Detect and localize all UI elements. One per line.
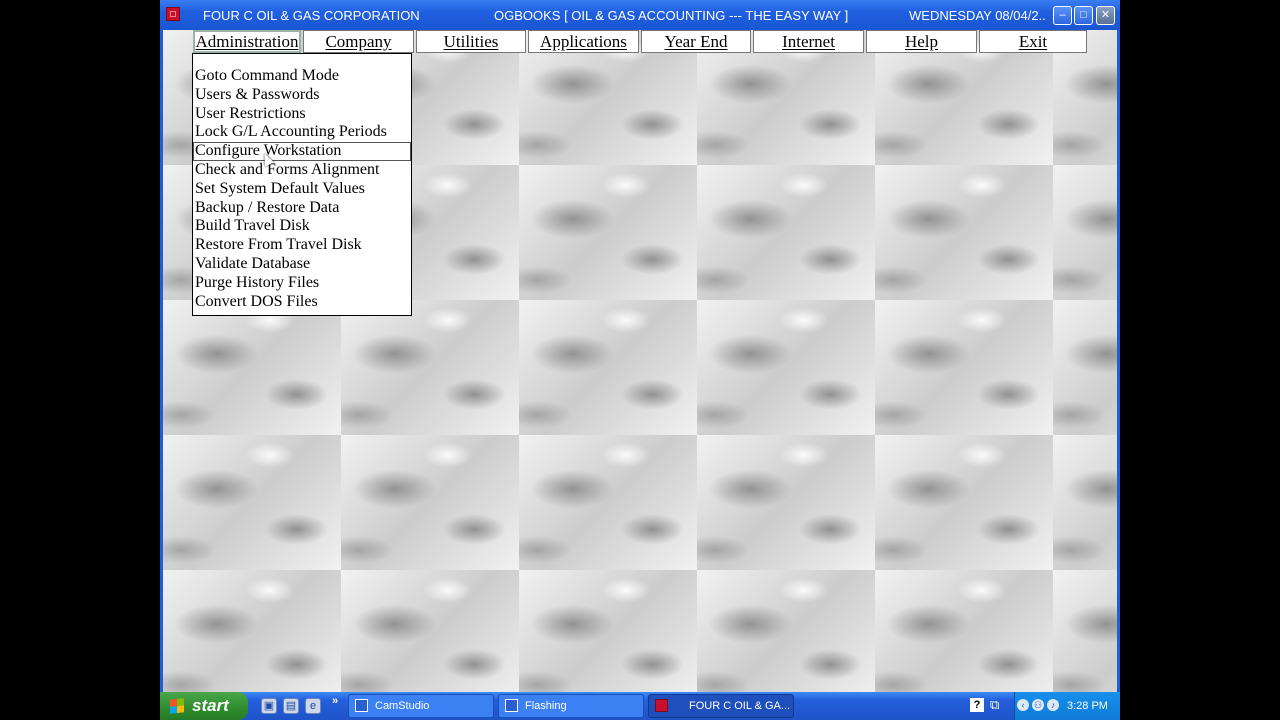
maximize-button[interactable]: □	[1074, 6, 1093, 25]
windows-logo-icon	[170, 698, 184, 714]
menu-year-end[interactable]: Year End	[641, 30, 751, 53]
app-title: OGBOOKS [ OIL & GAS ACCOUNTING --- THE E…	[494, 8, 849, 23]
start-button[interactable]: start	[160, 692, 248, 720]
app-window: FOUR C OIL & GAS CORPORATION OGBOOKS [ O…	[160, 0, 1120, 692]
menu-item-restore-travel-disk[interactable]: Restore From Travel Disk	[193, 236, 411, 255]
date-title: WEDNESDAY 08/04/2...	[909, 8, 1045, 23]
menu-internet[interactable]: Internet	[753, 30, 864, 53]
ogbooks-icon	[655, 699, 668, 712]
menu-item-lock-gl-periods[interactable]: Lock G/L Accounting Periods	[193, 123, 411, 142]
task-flashing[interactable]: Flashing	[498, 694, 644, 718]
taskbar: start ▣ ▤ e » CamStudio Flashing FOUR C …	[160, 692, 1120, 720]
menu-item-system-defaults[interactable]: Set System Default Values	[193, 180, 411, 199]
system-tray: ‹ ⚇ ♪ 3:28 PM	[1014, 692, 1120, 720]
company-title: FOUR C OIL & GAS CORPORATION	[203, 8, 420, 23]
minimize-button[interactable]: –	[1053, 6, 1072, 25]
menu-item-configure-workstation[interactable]: Configure Workstation	[193, 142, 411, 161]
menu-bar: Administration Company Utilities Applica…	[163, 30, 1117, 54]
quicklaunch-more-icon[interactable]: »	[332, 695, 338, 707]
app-icon[interactable]	[166, 7, 180, 21]
close-button[interactable]: ✕	[1096, 6, 1115, 25]
network-icon[interactable]: ⚇	[1032, 699, 1044, 711]
menu-item-backup-restore[interactable]: Backup / Restore Data	[193, 199, 411, 218]
menu-administration[interactable]: Administration	[193, 30, 301, 53]
menu-item-user-restrictions[interactable]: User Restrictions	[193, 105, 411, 124]
back-arrow-icon[interactable]: ‹	[1017, 699, 1029, 711]
clock: 3:28 PM	[1067, 700, 1108, 712]
administration-dropdown: Goto Command Mode Users & Passwords User…	[192, 53, 412, 316]
task-label: Flashing	[525, 700, 567, 712]
flashing-icon	[505, 699, 518, 712]
desktop-icon[interactable]: ▣	[261, 698, 277, 714]
internet-explorer-icon[interactable]: e	[305, 698, 321, 714]
camstudio-icon	[355, 699, 368, 712]
main-area: Administration Company Utilities Applica…	[163, 30, 1117, 692]
task-ogbooks[interactable]: FOUR C OIL & GA...	[648, 694, 794, 718]
start-label: start	[192, 696, 229, 715]
menu-company[interactable]: Company	[303, 30, 414, 53]
title-bar[interactable]: FOUR C OIL & GAS CORPORATION OGBOOKS [ O…	[160, 0, 1120, 30]
menu-item-users-passwords[interactable]: Users & Passwords	[193, 86, 411, 105]
menu-item-check-forms-alignment[interactable]: Check and Forms Alignment	[193, 161, 411, 180]
menu-applications[interactable]: Applications	[528, 30, 639, 53]
show-desktop-icon[interactable]: ▤	[283, 698, 299, 714]
help-icon[interactable]: ?	[970, 698, 984, 712]
menu-exit[interactable]: Exit	[979, 30, 1087, 53]
task-camstudio[interactable]: CamStudio	[348, 694, 494, 718]
menu-item-validate-database[interactable]: Validate Database	[193, 255, 411, 274]
menu-item-build-travel-disk[interactable]: Build Travel Disk	[193, 217, 411, 236]
menu-help[interactable]: Help	[866, 30, 977, 53]
task-label: CamStudio	[375, 700, 430, 712]
screen-icon[interactable]: ⧉	[990, 697, 999, 713]
task-label: FOUR C OIL & GA...	[689, 700, 791, 712]
menu-item-goto-command-mode[interactable]: Goto Command Mode	[193, 67, 411, 86]
menu-item-purge-history[interactable]: Purge History Files	[193, 274, 411, 293]
menu-item-convert-dos[interactable]: Convert DOS Files	[193, 293, 411, 312]
menu-utilities[interactable]: Utilities	[416, 30, 526, 53]
sound-icon[interactable]: ♪	[1047, 699, 1059, 711]
